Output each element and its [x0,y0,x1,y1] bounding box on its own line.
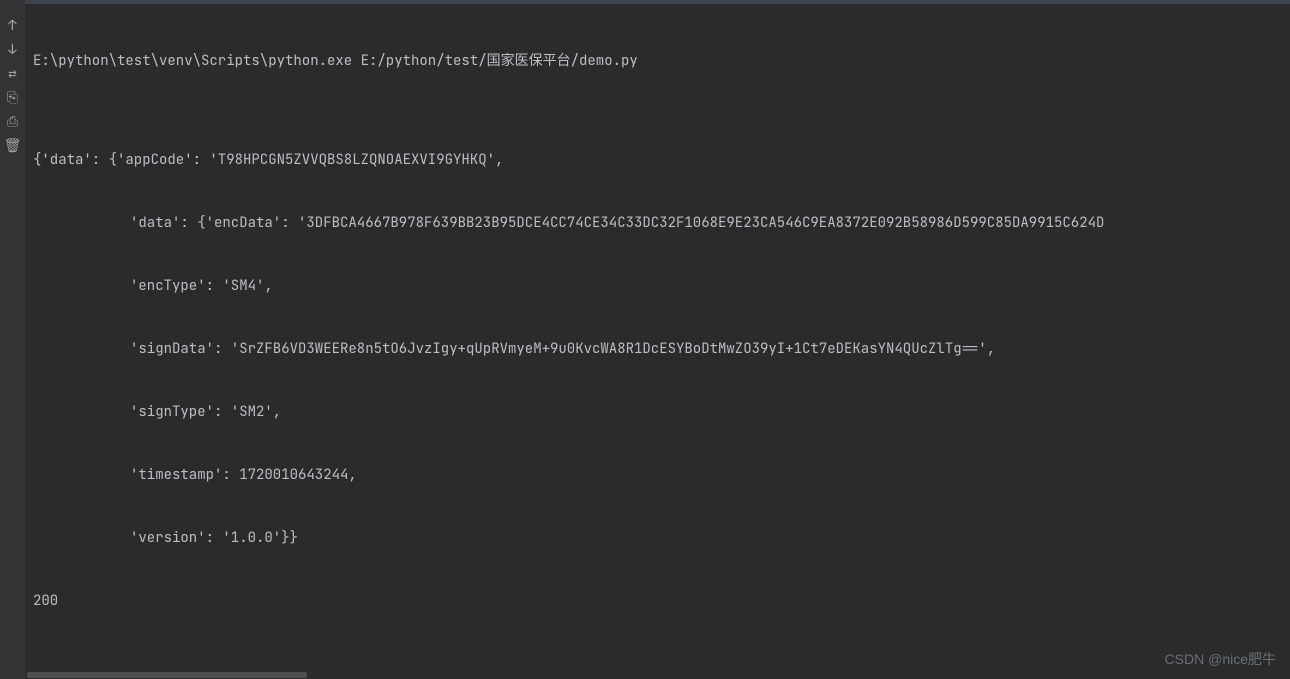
console-output[interactable]: E:\python\test\venv\Scripts\python.exe E… [25,0,1290,679]
output-line: 'data': {'encData': '3DFBCA4667B978F639B… [33,210,1290,237]
output-line: 'timestamp': 1720010643244, [33,462,1290,489]
trash-icon[interactable]: 🗑 [5,138,21,154]
wrap-icon[interactable]: ⇄ [5,66,21,82]
command-line: E:\python\test\venv\Scripts\python.exe E… [33,48,1290,75]
horizontal-scrollbar[interactable] [25,671,1290,679]
status-code: 200 [33,588,1290,615]
output-line: 'signType': 'SM2', [33,399,1290,426]
output-line: {'data': {'appCode': 'T98HPCGN5ZVVQBS8LZ… [33,147,1290,174]
gutter: ↑ ↓ ⇄ ⎘ ⎙ 🗑 [0,0,25,679]
watermark: CSDN @nice肥牛 [1165,649,1276,669]
output-line: 'signData': 'SrZFB6VD3WEERe8n5tO6JvzIgy+… [33,336,1290,363]
output-line: 'encType': 'SM4', [33,273,1290,300]
scrollbar-thumb[interactable] [27,672,307,678]
print-icon[interactable]: ⎙ [5,114,21,130]
arrow-up-icon[interactable]: ↑ [5,18,21,34]
scroll-lock-icon[interactable]: ⎘ [5,90,21,106]
arrow-down-icon[interactable]: ↓ [5,42,21,58]
output-line: 'version': '1.0.0'}} [33,525,1290,552]
